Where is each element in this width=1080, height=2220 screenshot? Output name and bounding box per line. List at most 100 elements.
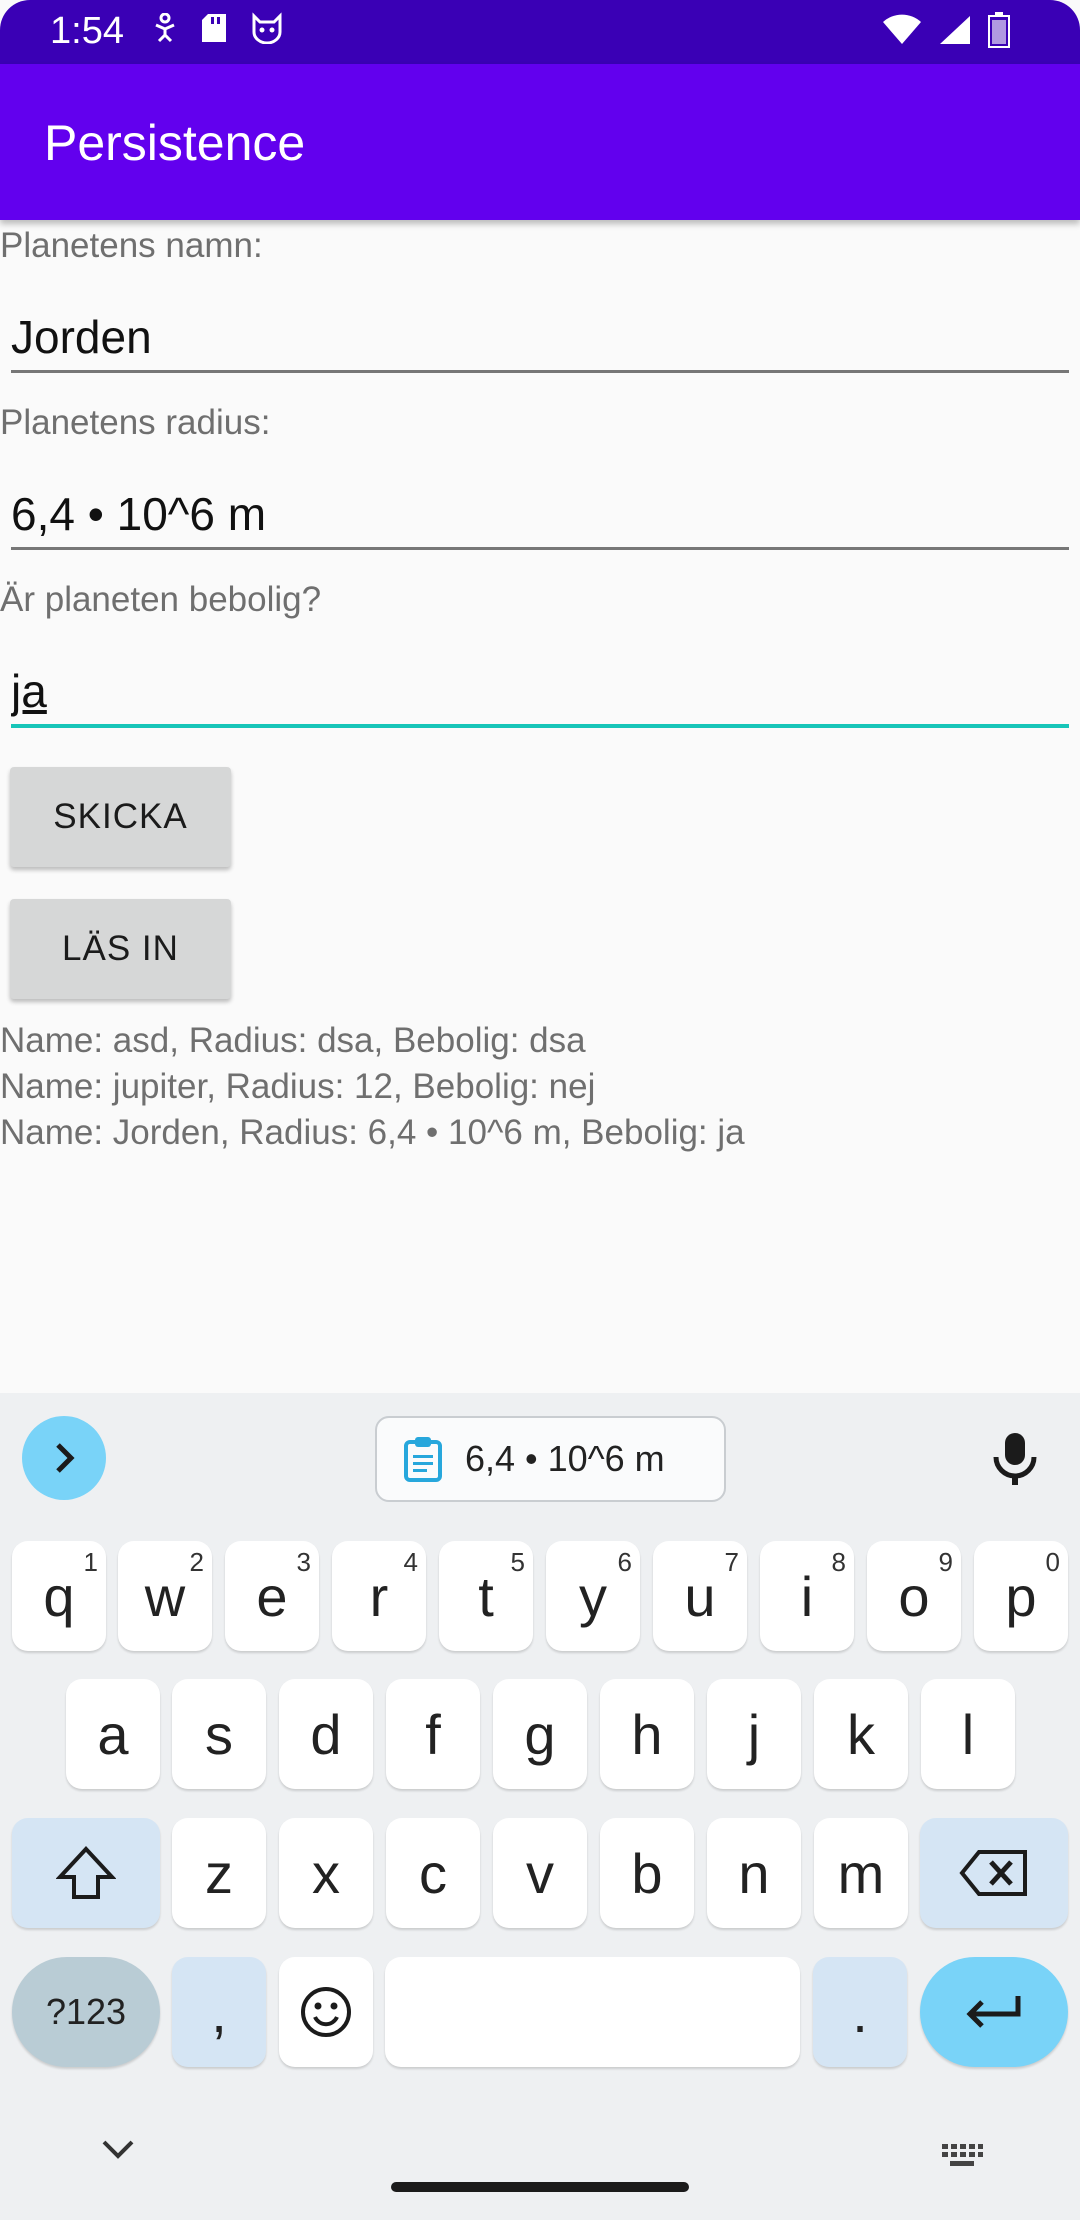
clipboard-suggestion[interactable]: 6,4 • 10^6 m xyxy=(375,1416,726,1502)
key-hint: 9 xyxy=(938,1547,953,1577)
key-w[interactable]: w2 xyxy=(118,1541,212,1651)
planet-radius-input[interactable] xyxy=(11,480,1069,547)
key-v[interactable]: v xyxy=(493,1818,587,1928)
key-label: q xyxy=(43,1564,75,1628)
planet-name-field-container xyxy=(11,303,1069,373)
planet-habitable-input[interactable] xyxy=(11,658,1069,724)
key-label: y xyxy=(579,1564,607,1628)
expand-toolbar-button[interactable] xyxy=(22,1416,106,1500)
key-f[interactable]: f xyxy=(386,1679,480,1789)
key-t[interactable]: t5 xyxy=(439,1541,533,1651)
key-g[interactable]: g xyxy=(493,1679,587,1789)
home-handle[interactable] xyxy=(391,2182,689,2192)
soft-keyboard: 6,4 • 10^6 m q1 w2 e3 r4 t5 y6 u7 i8 o9 … xyxy=(0,1393,1080,2220)
key-s[interactable]: s xyxy=(172,1679,266,1789)
wifi-icon xyxy=(882,14,922,51)
key-e[interactable]: e3 xyxy=(225,1541,319,1651)
key-label: x xyxy=(312,1841,340,1905)
key-h[interactable]: h xyxy=(600,1679,694,1789)
key-label: d xyxy=(310,1702,342,1766)
key-y[interactable]: y6 xyxy=(546,1541,640,1651)
key-i[interactable]: i8 xyxy=(760,1541,854,1651)
key-hint: 4 xyxy=(403,1547,418,1577)
planet-habitable-field-container xyxy=(11,658,1069,728)
key-label: b xyxy=(631,1841,663,1905)
key-label: e xyxy=(256,1564,288,1628)
key-m[interactable]: m xyxy=(814,1818,908,1928)
key-j[interactable]: j xyxy=(707,1679,801,1789)
key-a[interactable]: a xyxy=(66,1679,160,1789)
key-z[interactable]: z xyxy=(172,1818,266,1928)
comma-key[interactable]: , xyxy=(172,1957,266,2067)
key-k[interactable]: k xyxy=(814,1679,908,1789)
key-d[interactable]: d xyxy=(279,1679,373,1789)
keyboard-switch-button[interactable] xyxy=(940,2142,984,2175)
key-label: l xyxy=(961,1702,975,1766)
output-line: Name: Jorden, Radius: 6,4 • 10^6 m, Bebo… xyxy=(0,1113,745,1152)
sd-card-icon xyxy=(200,12,228,49)
key-label: v xyxy=(526,1841,554,1905)
microphone-icon xyxy=(993,1433,1037,1485)
space-key[interactable] xyxy=(385,1957,800,2067)
key-label: j xyxy=(747,1702,761,1766)
load-button[interactable]: LÄS IN xyxy=(10,899,231,999)
key-label: g xyxy=(524,1702,556,1766)
emoji-key[interactable] xyxy=(279,1957,373,2067)
navigation-bar xyxy=(0,2100,1080,2220)
battery-icon xyxy=(988,12,1010,53)
key-hint: 8 xyxy=(831,1547,846,1577)
key-r[interactable]: r4 xyxy=(332,1541,426,1651)
chevron-right-icon xyxy=(56,1443,75,1473)
key-label: m xyxy=(837,1841,885,1905)
shift-key[interactable] xyxy=(12,1818,160,1928)
clipboard-text: 6,4 • 10^6 m xyxy=(465,1438,665,1479)
key-label: f xyxy=(425,1702,441,1766)
period-key[interactable]: . xyxy=(813,1957,907,2067)
key-hint: 5 xyxy=(510,1547,525,1577)
output-line: Name: asd, Radius: dsa, Bebolig: dsa xyxy=(0,1021,586,1060)
key-c[interactable]: c xyxy=(386,1818,480,1928)
status-bar: 1:54 xyxy=(0,0,1080,64)
output-line: Name: jupiter, Radius: 12, Bebolig: nej xyxy=(0,1067,596,1106)
hide-keyboard-button[interactable] xyxy=(100,2138,136,2167)
key-label: . xyxy=(852,1980,868,2044)
key-u[interactable]: u7 xyxy=(653,1541,747,1651)
chevron-down-icon xyxy=(102,2140,134,2159)
key-q[interactable]: q1 xyxy=(12,1541,106,1651)
shift-icon xyxy=(56,1846,116,1899)
key-label: s xyxy=(205,1702,233,1766)
key-hint: 3 xyxy=(296,1547,311,1577)
cat-icon xyxy=(250,12,284,49)
key-label: i xyxy=(800,1564,814,1628)
key-n[interactable]: n xyxy=(707,1818,801,1928)
planet-name-input[interactable] xyxy=(11,303,1069,370)
key-hint: 6 xyxy=(617,1547,632,1577)
accessibility-icon xyxy=(152,12,178,48)
key-label: u xyxy=(684,1564,716,1628)
send-button[interactable]: SKICKA xyxy=(10,767,231,867)
microphone-button[interactable] xyxy=(990,1431,1040,1492)
keyboard-icon xyxy=(942,2144,983,2166)
symbols-key[interactable]: ?123 xyxy=(12,1957,160,2067)
key-l[interactable]: l xyxy=(921,1679,1015,1789)
output-text: Name: asd, Radius: dsa, Bebolig: dsa Nam… xyxy=(0,1018,745,1156)
key-b[interactable]: b xyxy=(600,1818,694,1928)
backspace-key[interactable] xyxy=(920,1818,1068,1928)
planet-habitable-label: Är planeten bebolig? xyxy=(0,580,322,619)
status-time: 1:54 xyxy=(50,10,124,52)
key-label: w xyxy=(144,1564,186,1628)
enter-icon xyxy=(966,1996,1021,2028)
signal-icon xyxy=(938,14,972,51)
key-p[interactable]: p0 xyxy=(974,1541,1068,1651)
key-label: n xyxy=(738,1841,770,1905)
key-label: p xyxy=(1005,1564,1037,1628)
key-label: a xyxy=(97,1702,129,1766)
key-hint: 1 xyxy=(83,1547,98,1577)
app-title: Persistence xyxy=(44,115,306,171)
key-o[interactable]: o9 xyxy=(867,1541,961,1651)
key-hint: 2 xyxy=(189,1547,204,1577)
planet-name-label: Planetens namn: xyxy=(0,226,263,265)
key-x[interactable]: x xyxy=(279,1818,373,1928)
enter-key[interactable] xyxy=(920,1957,1068,2067)
key-label: , xyxy=(211,1980,227,2044)
